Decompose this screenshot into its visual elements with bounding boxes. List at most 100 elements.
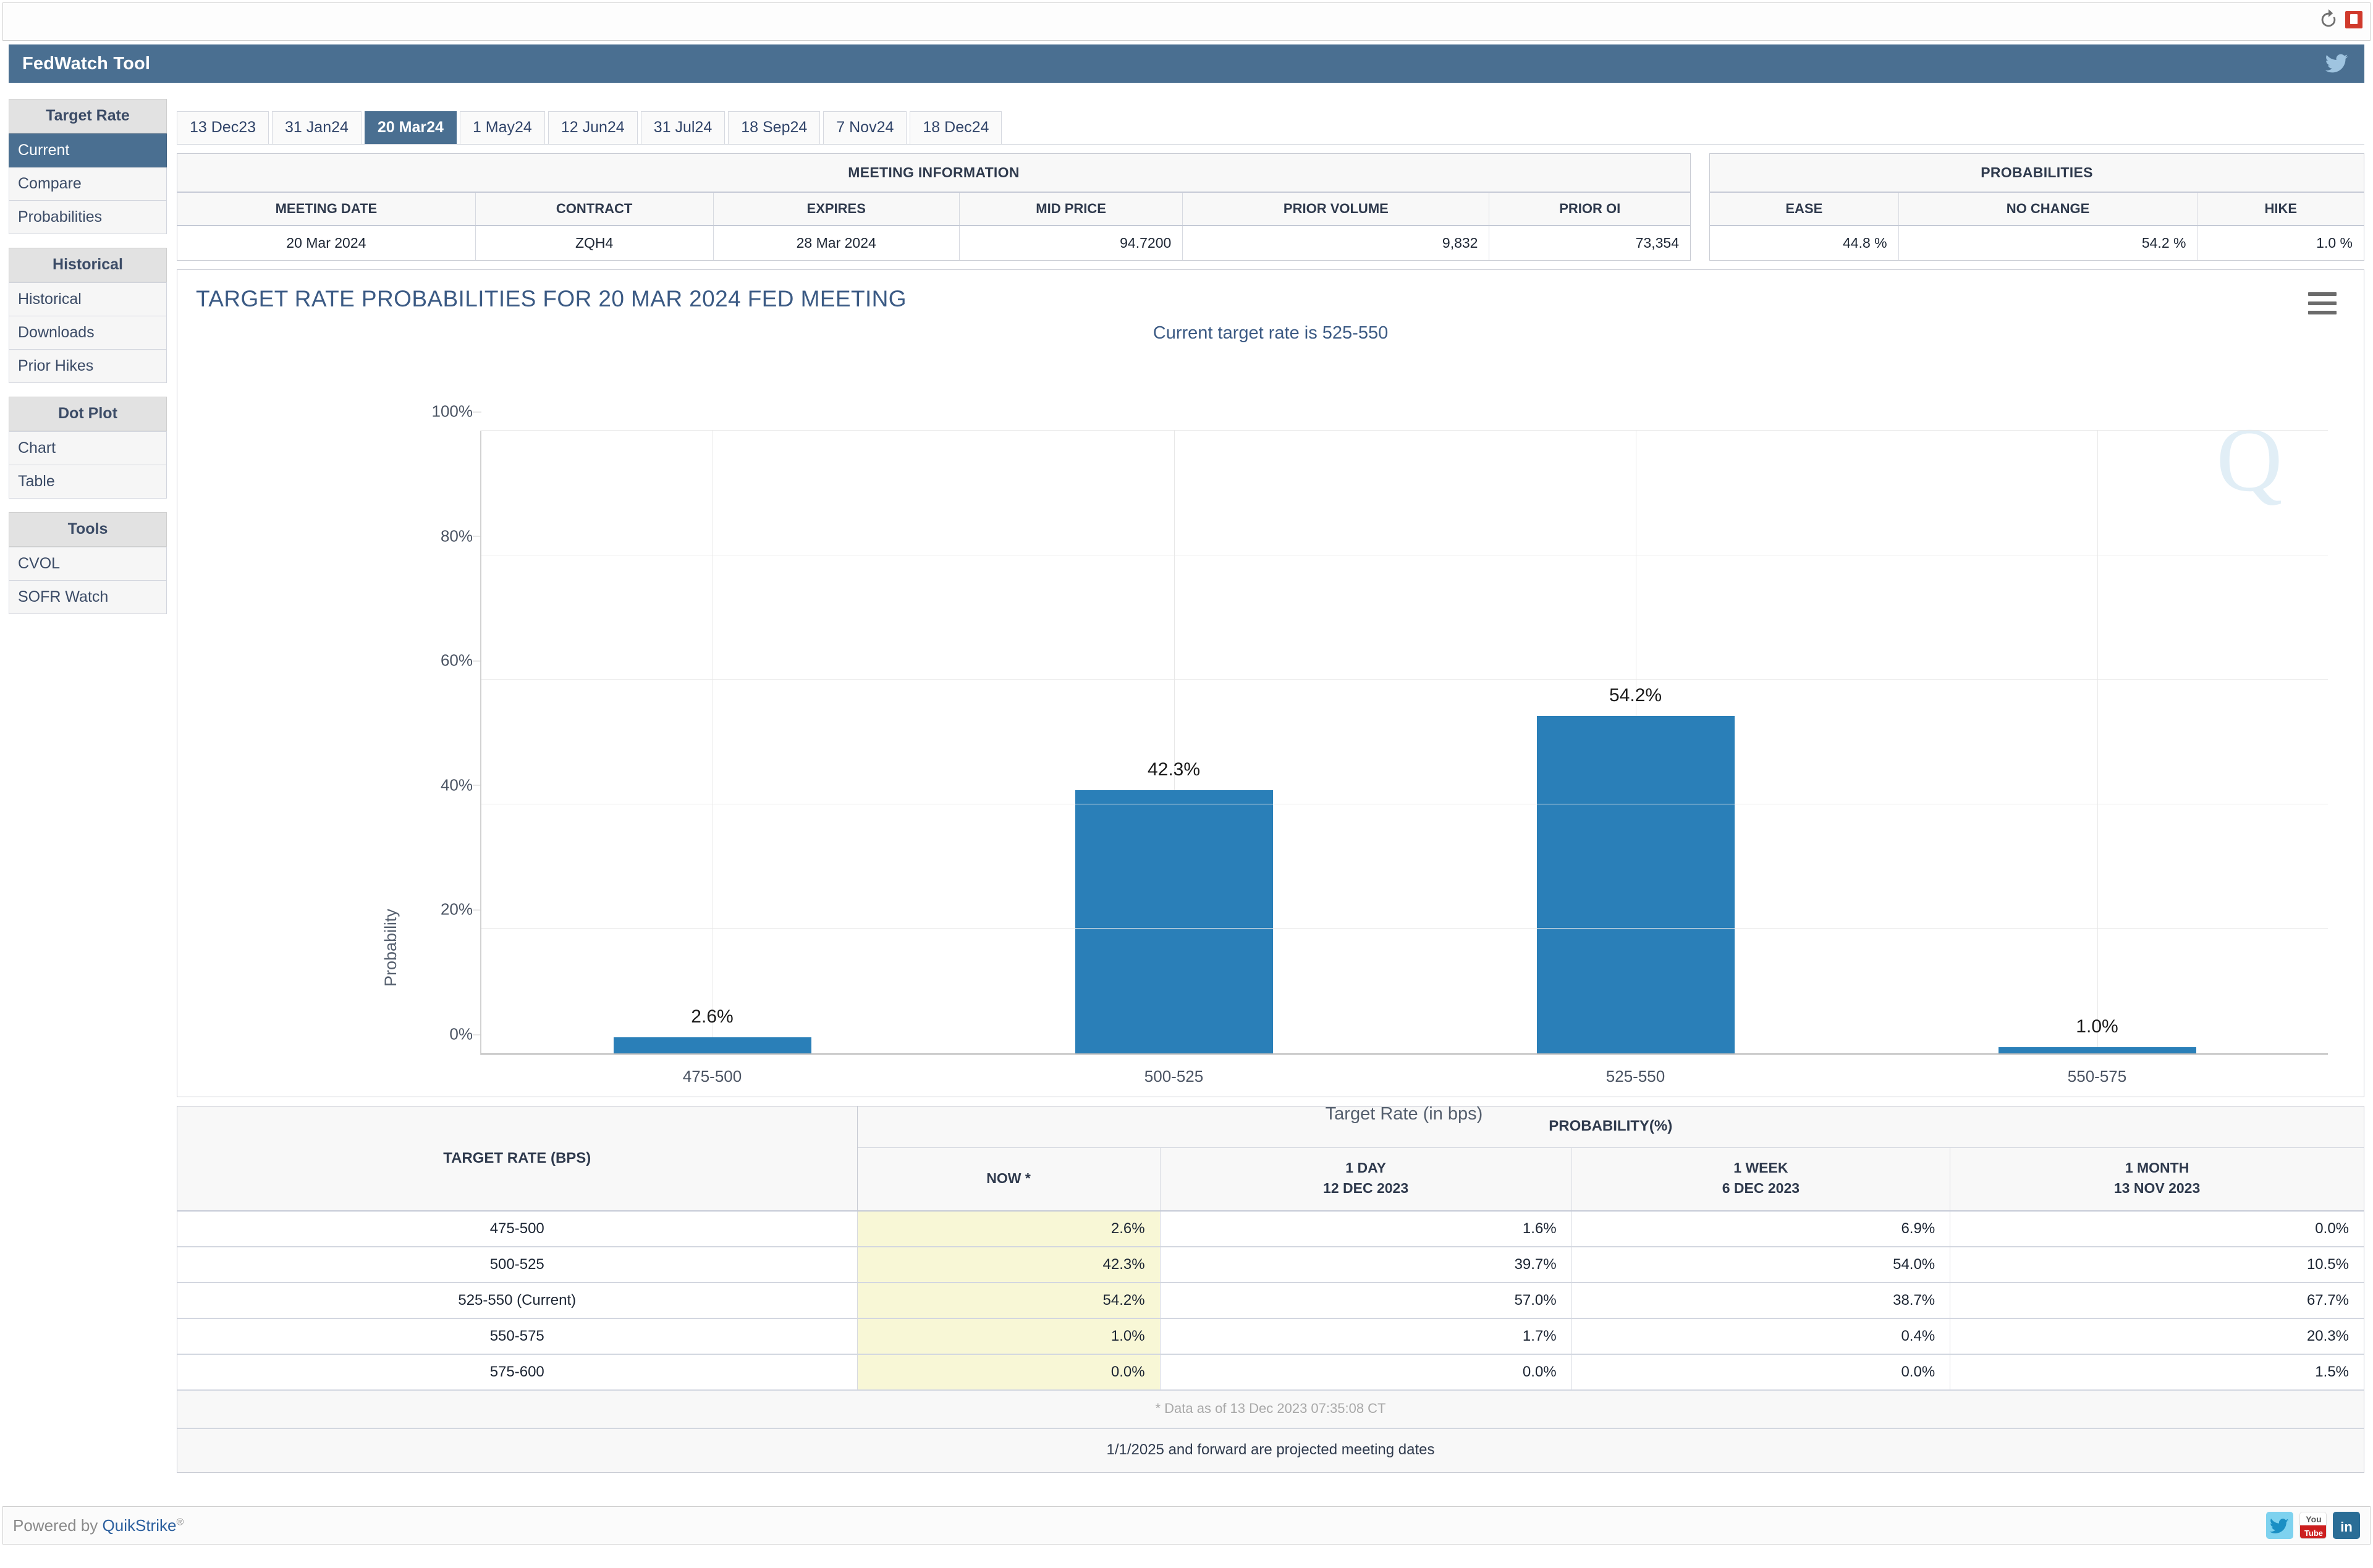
tab-18-sep24[interactable]: 18 Sep24 [728,111,821,144]
refresh-icon[interactable] [2318,9,2339,30]
bar-value-label: 54.2% [1609,685,1662,706]
table-header-row: MEETING DATE CONTRACT EXPIRES MID PRICE … [177,193,1690,226]
bar-group: 54.2% 525-550 [1405,431,1866,1085]
info-row: MEETING INFORMATION MEETING DATE CONTRAC… [177,153,2364,261]
cell-now: 42.3% [857,1246,1161,1283]
tab-31-jul24[interactable]: 31 Jul24 [640,111,725,144]
cell-prior-volume: 9,832 [1182,226,1490,260]
x-axis-tick-label: 500-525 [1144,1067,1204,1085]
col-contract: CONTRACT [475,193,714,226]
content-area: 13 Dec23 31 Jan24 20 Mar24 1 May24 12 Ju… [177,99,2364,1473]
alert-icon[interactable] [2345,11,2362,28]
chart-bars: 2.6% 475-500 42.3% 500-525 54.2% 525-550 1.0% 5… [481,431,2328,1085]
x-axis-label: Target Rate (in bps) [1325,1104,1483,1124]
youtube-icon[interactable]: You Tube [2299,1512,2327,1539]
sidebar-item-downloads[interactable]: Downloads [9,316,167,350]
fedwatch-app: FedWatch Tool Target Rate Current Compar… [0,0,2373,1568]
chart-bar[interactable]: 42.3% [1075,759,1273,1053]
grid-line [481,679,2328,680]
cell-target-rate: 575-600 [177,1354,858,1391]
col-now: NOW * [857,1147,1161,1212]
tab-7-nov24[interactable]: 7 Nov24 [823,111,907,144]
tab-20-mar24[interactable]: 20 Mar24 [364,111,457,144]
col-1-week: 1 WEEK 6 DEC 2023 [1571,1147,1951,1212]
col-1-day-date: 12 DEC 2023 [1323,1180,1409,1197]
cell-prior-oi: 73,354 [1489,226,1690,260]
probabilities-summary-table: EASE NO CHANGE HIKE 44.8 % 54.2 % 1.0 % [1710,193,2364,260]
y-axis-tick-label: 0% [449,1024,481,1043]
sidebar: Target Rate Current Compare Probabilitie… [9,99,167,614]
hamburger-menu-icon[interactable] [2308,292,2337,314]
bar-group: 1.0% 550-575 [1866,431,2328,1085]
col-1-day-title: 1 DAY [1345,1160,1386,1176]
y-axis-tick-label: 40% [440,775,482,795]
cell-1-week: 0.4% [1571,1318,1951,1355]
title-bar: FedWatch Tool [9,44,2364,83]
tab-18-dec24[interactable]: 18 Dec24 [910,111,1002,144]
svg-text:in: in [2340,1519,2353,1535]
probability-table: TARGET RATE (BPS) PROBABILITY(%) NOW * 1… [177,1106,2364,1391]
x-axis-tick-label: 475-500 [682,1067,742,1085]
col-now-title: NOW * [986,1170,1031,1186]
sidebar-item-probabilities[interactable]: Probabilities [9,201,167,234]
col-ease: EASE [1710,193,1899,226]
twitter-icon[interactable] [2266,1512,2293,1539]
top-icon-group [2318,9,2362,30]
meeting-information-table: MEETING DATE CONTRACT EXPIRES MID PRICE … [177,193,1690,260]
grid-line [481,928,2328,929]
cell-target-rate: 500-525 [177,1246,858,1283]
cell-1-month: 67.7% [1950,1282,2364,1319]
y-axis-tick-label: 20% [440,900,482,919]
chart-bar[interactable]: 54.2% [1536,685,1735,1053]
cell-1-day: 0.0% [1160,1354,1572,1391]
sidebar-item-historical[interactable]: Historical [9,282,167,316]
cell-1-week: 0.0% [1571,1354,1951,1391]
cell-hike: 1.0 % [2197,226,2364,260]
sidebar-item-cvol[interactable]: CVOL [9,547,167,581]
cell-now: 0.0% [857,1354,1161,1391]
chart-bar[interactable]: 2.6% [613,1006,811,1053]
data-timestamp-note: * Data as of 13 Dec 2023 07:35:08 CT [177,1390,2364,1429]
linkedin-icon[interactable]: in [2333,1512,2360,1539]
twitter-bird-icon[interactable] [2322,51,2351,76]
col-hike: HIKE [2197,193,2364,226]
cell-target-rate: 525-550 (Current) [177,1282,858,1319]
tab-13-dec23[interactable]: 13 Dec23 [177,111,269,144]
svg-text:You: You [2306,1514,2321,1524]
cell-expires: 28 Mar 2024 [713,226,960,260]
sidebar-item-compare[interactable]: Compare [9,167,167,201]
chart-card: TARGET RATE PROBABILITIES FOR 20 MAR 202… [177,269,2364,1124]
probabilities-title: PROBABILITIES [1710,154,2364,193]
col-1-week-title: 1 WEEK [1733,1160,1788,1176]
col-1-month-title: 1 MONTH [2125,1160,2189,1176]
y-axis-label: Probability [381,908,400,987]
sidebar-item-chart[interactable]: Chart [9,431,167,465]
registered-mark: ® [176,1516,184,1527]
grid-line [481,430,2328,431]
sidebar-item-sofr-watch[interactable]: SOFR Watch [9,581,167,614]
col-meeting-date: MEETING DATE [177,193,476,226]
social-icon-group: You Tube in [2266,1512,2360,1539]
sidebar-group-dot-plot: Dot Plot [9,397,167,431]
sidebar-item-current[interactable]: Current [9,133,167,167]
cell-mid-price: 94.7200 [959,226,1183,260]
cell-ease: 44.8 % [1710,226,1899,260]
sidebar-item-table[interactable]: Table [9,465,167,499]
tab-31-jan24[interactable]: 31 Jan24 [272,111,362,144]
x-axis-tick-label: 550-575 [2067,1067,2127,1085]
tab-12-jun24[interactable]: 12 Jun24 [548,111,638,144]
cell-target-rate: 475-500 [177,1210,858,1247]
sidebar-item-prior-hikes[interactable]: Prior Hikes [9,350,167,383]
col-expires: EXPIRES [713,193,960,226]
chart-plot-area: 2.6% 475-500 42.3% 500-525 54.2% 525-550 1.0% 5… [432,402,2328,1085]
cell-1-day: 1.6% [1160,1210,1572,1247]
projection-note: 1/1/2025 and forward are projected meeti… [177,1428,2364,1472]
svg-text:Tube: Tube [2304,1528,2323,1538]
vertical-grid-line [2097,431,2098,1053]
chart-bar[interactable]: 1.0% [1998,1016,2196,1053]
cell-now: 1.0% [857,1318,1161,1355]
col-mid-price: MID PRICE [959,193,1183,226]
tab-1-may24[interactable]: 1 May24 [459,111,545,144]
meeting-information-panel: MEETING INFORMATION MEETING DATE CONTRAC… [177,153,1691,261]
col-1-day: 1 DAY 12 DEC 2023 [1160,1147,1572,1212]
